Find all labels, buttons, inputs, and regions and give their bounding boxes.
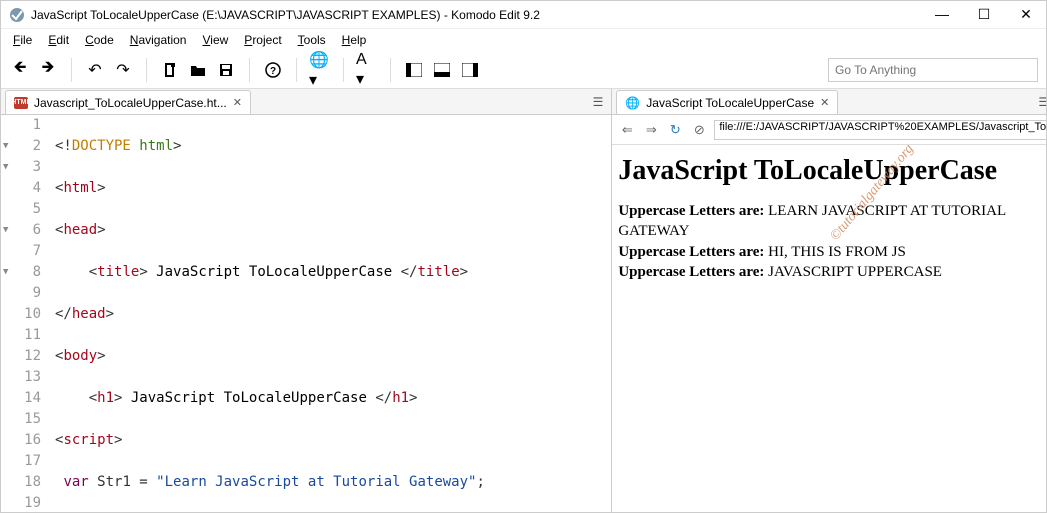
separator [146, 58, 147, 82]
preview-tab[interactable]: 🌐 JavaScript ToLocaleUpperCase ✕ [616, 90, 838, 114]
preview-tab-label: JavaScript ToLocaleUpperCase [646, 96, 814, 110]
preview-pane: 🌐 JavaScript ToLocaleUpperCase ✕ ☰ ⇐ ⇒ ↻… [612, 89, 1046, 512]
url-input[interactable]: file:///E:/JAVASCRIPT/JAVASCRIPT%20EXAMP… [714, 120, 1046, 140]
toolbar: 🡸 🡺 ↶ ↷ ? 🌐 ▾ A ▾ [1, 51, 1046, 89]
line-number: 9 [1, 283, 41, 304]
menu-help[interactable]: Help [336, 31, 373, 49]
panel-bottom-button[interactable] [431, 59, 453, 81]
menu-edit[interactable]: Edit [42, 31, 75, 49]
globe-button[interactable]: 🌐 ▾ [309, 59, 331, 81]
font-button[interactable]: A ▾ [356, 59, 378, 81]
open-file-button[interactable] [187, 59, 209, 81]
editor-tabbar: HTML Javascript_ToLocaleUpperCase.ht... … [1, 89, 611, 115]
minimize-button[interactable]: — [930, 6, 954, 23]
panel-left-button[interactable] [403, 59, 425, 81]
fold-icon[interactable]: ▼ [3, 262, 8, 283]
separator [296, 58, 297, 82]
reload-icon[interactable]: ↻ [666, 121, 684, 139]
code-editor[interactable]: ▼ ▼ ▼ ▼ 1 2 3 4 5 6 7 8 9 10 11 12 13 14 [1, 115, 611, 512]
new-file-button[interactable] [159, 59, 181, 81]
line-number: 15 [1, 409, 41, 430]
line-number: 10 [1, 304, 41, 325]
globe-icon: 🌐 [625, 96, 640, 110]
browser-back-icon[interactable]: ⇐ [618, 121, 636, 139]
preview-tabbar: 🌐 JavaScript ToLocaleUpperCase ✕ ☰ [612, 89, 1046, 115]
output-line: Uppercase Letters are: HI, THIS IS FROM … [618, 242, 1046, 262]
tab-list-icon[interactable]: ☰ [593, 95, 604, 109]
go-to-anything-input[interactable] [828, 58, 1038, 82]
maximize-button[interactable]: ☐ [972, 6, 996, 23]
line-number-gutter: ▼ ▼ ▼ ▼ 1 2 3 4 5 6 7 8 9 10 11 12 13 14 [1, 115, 49, 512]
menu-navigation[interactable]: Navigation [124, 31, 193, 49]
go-to-anything[interactable] [828, 58, 1038, 82]
output-line: Uppercase Letters are: JAVASCRIPT UPPERC… [618, 262, 1046, 282]
separator [343, 58, 344, 82]
line-number: 12 [1, 346, 41, 367]
line-number: 13 [1, 367, 41, 388]
app-icon [9, 7, 25, 23]
window-title: JavaScript ToLocaleUpperCase (E:\JAVASCR… [31, 8, 930, 22]
close-icon[interactable]: ✕ [233, 96, 242, 109]
menu-project[interactable]: Project [238, 31, 287, 49]
browser-toolbar: ⇐ ⇒ ↻ ⊘ file:///E:/JAVASCRIPT/JAVASCRIPT… [612, 115, 1046, 145]
line-number: 1 [1, 115, 41, 136]
forward-button[interactable]: 🡺 [37, 59, 59, 81]
separator [249, 58, 250, 82]
menu-bar: File Edit Code Navigation View Project T… [1, 29, 1046, 51]
menu-file[interactable]: File [7, 31, 38, 49]
html-file-icon: HTML [14, 97, 28, 109]
fold-icon[interactable]: ▼ [3, 136, 8, 157]
redo-button[interactable]: ↷ [112, 59, 134, 81]
window-titlebar: JavaScript ToLocaleUpperCase (E:\JAVASCR… [1, 1, 1046, 29]
browser-forward-icon[interactable]: ⇒ [642, 121, 660, 139]
stop-icon[interactable]: ⊘ [690, 121, 708, 139]
fold-icon[interactable]: ▼ [3, 220, 8, 241]
undo-button[interactable]: ↶ [84, 59, 106, 81]
close-button[interactable]: ✕ [1014, 6, 1038, 23]
page-heading: JavaScript ToLocaleUpperCase [618, 155, 1046, 187]
separator [71, 58, 72, 82]
line-number: 7 [1, 241, 41, 262]
line-number: 14 [1, 388, 41, 409]
preview-body: ©tutorialgateway.org Tutorialgateway.org… [612, 145, 1046, 512]
line-number: 4 [1, 178, 41, 199]
editor-pane: HTML Javascript_ToLocaleUpperCase.ht... … [1, 89, 612, 512]
line-number: 18 [1, 472, 41, 493]
line-number: 19 [1, 493, 41, 512]
svg-text:?: ? [270, 66, 276, 77]
editor-tab[interactable]: HTML Javascript_ToLocaleUpperCase.ht... … [5, 90, 251, 114]
panel-right-button[interactable] [459, 59, 481, 81]
main-area: HTML Javascript_ToLocaleUpperCase.ht... … [1, 89, 1046, 512]
fold-icon[interactable]: ▼ [3, 157, 8, 178]
separator [390, 58, 391, 82]
menu-view[interactable]: View [196, 31, 234, 49]
save-button[interactable] [215, 59, 237, 81]
code-area[interactable]: <!DOCTYPE html> <html> <head> <title> Ja… [49, 115, 611, 512]
help-button[interactable]: ? [262, 59, 284, 81]
menu-code[interactable]: Code [79, 31, 120, 49]
line-number: 11 [1, 325, 41, 346]
editor-tab-label: Javascript_ToLocaleUpperCase.ht... [34, 96, 227, 110]
output-line: Uppercase Letters are: LEARN JAVASCRIPT … [618, 201, 1046, 242]
line-number: 17 [1, 451, 41, 472]
back-button[interactable]: 🡸 [9, 59, 31, 81]
tab-list-icon[interactable]: ☰ [1038, 95, 1046, 109]
line-number: 16 [1, 430, 41, 451]
menu-tools[interactable]: Tools [292, 31, 332, 49]
line-number: 5 [1, 199, 41, 220]
close-icon[interactable]: ✕ [820, 96, 829, 109]
